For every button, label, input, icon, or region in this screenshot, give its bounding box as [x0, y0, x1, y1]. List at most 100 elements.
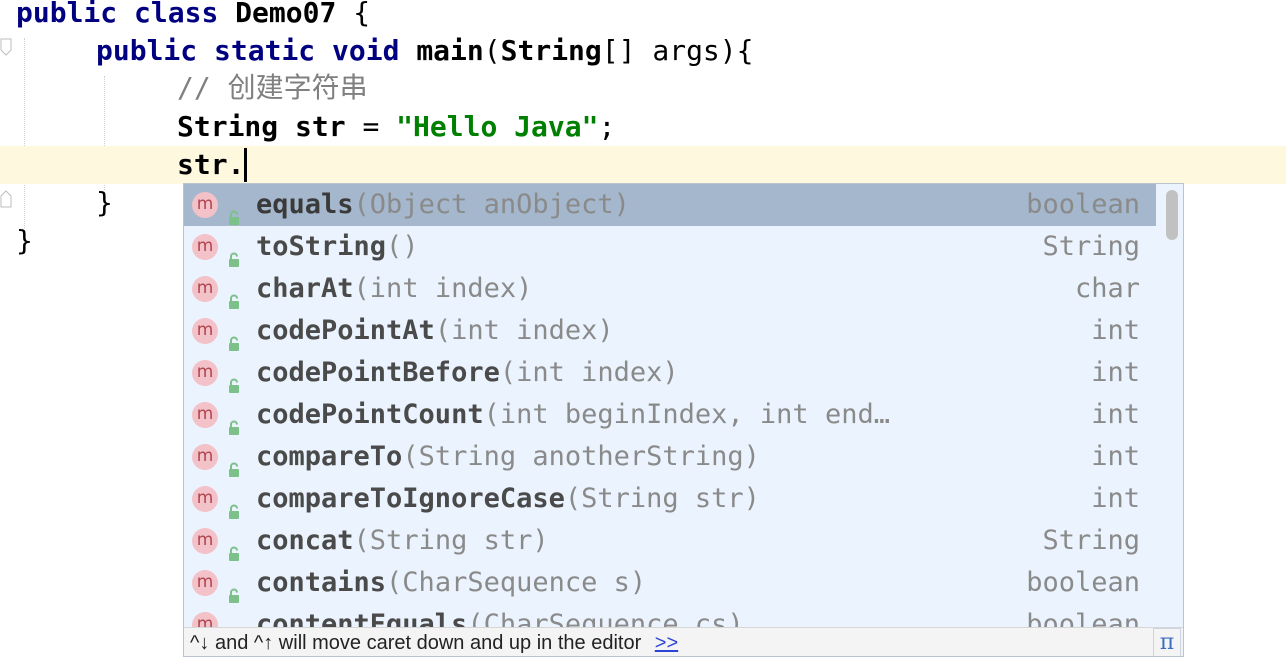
method-icon: m: [192, 318, 218, 344]
fold-marker-icon[interactable]: [0, 190, 12, 208]
method-icon: m: [192, 570, 218, 596]
completion-item-name: concat: [256, 525, 354, 556]
code-line-2: public static void main(String[] args){: [96, 32, 1286, 70]
completion-item[interactable]: m charAt(int index) char: [184, 268, 1156, 310]
keyword: class: [134, 0, 219, 29]
code-line-4: String str = "Hello Java";: [177, 108, 1286, 146]
completion-item-params: (int beginIndex, int end…: [483, 399, 890, 430]
semicolon: ;: [598, 110, 616, 143]
public-access-icon: [226, 323, 242, 351]
completion-item[interactable]: m compareTo(String anotherString) int: [184, 436, 1156, 478]
type-name: String: [500, 34, 602, 67]
class-name: Demo07: [235, 0, 337, 29]
public-access-icon: [226, 617, 242, 627]
public-access-icon: [226, 281, 242, 309]
params: [] args){: [601, 34, 754, 67]
method-icon: m: [192, 612, 218, 627]
completion-item-name: codePointCount: [256, 399, 484, 430]
completion-item-params: (String str): [353, 525, 549, 556]
completion-item-type: int: [1091, 441, 1140, 472]
method-icon: m: [192, 234, 218, 260]
public-access-icon: [226, 239, 242, 267]
completion-list[interactable]: m equals(Object anObject) boolean m toString…: [184, 184, 1156, 627]
paren: (: [483, 34, 501, 67]
completion-status-bar: ^↓ and ^↑ will move caret down and up in…: [184, 627, 1183, 656]
completion-item-type: String: [1042, 525, 1140, 556]
completion-item-type: boolean: [1026, 609, 1140, 627]
completion-item-name: contains: [256, 567, 387, 598]
public-access-icon: [226, 365, 242, 393]
public-access-icon: [226, 407, 242, 435]
keyword: public: [96, 34, 198, 67]
method-icon: m: [192, 402, 218, 428]
completion-item-type: int: [1091, 399, 1140, 430]
public-access-icon: [226, 533, 242, 561]
status-hint: ^↓ and ^↑ will move caret down and up in…: [190, 632, 642, 654]
code-line-3: // 创建字符串: [177, 69, 1286, 107]
method-icon: m: [192, 486, 218, 512]
completion-item-type: int: [1091, 315, 1140, 346]
method-icon: m: [192, 528, 218, 554]
completion-item-name: codePointAt: [256, 315, 435, 346]
code-line-5[interactable]: str.: [0, 146, 1286, 184]
completion-item-name: compareTo: [256, 441, 403, 472]
completion-item-params: (int index): [353, 273, 533, 304]
completion-item-params: (CharSequence s): [386, 567, 647, 598]
completion-item[interactable]: m codePointCount(int beginIndex, int end……: [184, 394, 1156, 436]
keyword: public: [16, 0, 118, 29]
completion-item-name: charAt: [256, 273, 354, 304]
completion-item-params: (String anotherString): [402, 441, 760, 472]
string-literal: "Hello Java": [396, 110, 599, 143]
public-access-icon: [226, 197, 242, 225]
completion-item[interactable]: m toString() String: [184, 226, 1156, 268]
method-icon: m: [192, 360, 218, 386]
completion-item-params: (): [386, 231, 419, 262]
public-access-icon: [226, 491, 242, 519]
completion-item-name: toString: [256, 231, 387, 262]
keyword: void: [332, 34, 400, 67]
completion-item-params: (Object anObject): [353, 189, 630, 220]
fold-marker-icon[interactable]: [0, 38, 12, 56]
brace: {: [353, 0, 371, 29]
completion-item-type: String: [1042, 231, 1140, 262]
comment: // 创建字符串: [177, 71, 368, 104]
completion-item-type: char: [1074, 273, 1140, 304]
more-link[interactable]: >>: [655, 632, 678, 654]
indent-guide: [24, 38, 25, 228]
completion-item[interactable]: m concat(String str) String: [184, 520, 1156, 562]
completion-popup[interactable]: m equals(Object anObject) boolean m toString…: [183, 183, 1184, 657]
completion-item[interactable]: m contains(CharSequence s) boolean: [184, 562, 1156, 604]
type-name: String: [177, 110, 279, 143]
brace: }: [96, 186, 113, 219]
completion-item-type: boolean: [1026, 567, 1140, 598]
current-input: str.: [177, 148, 245, 181]
completion-item[interactable]: m compareToIgnoreCase(String str) int: [184, 478, 1156, 520]
completion-item-name: equals: [256, 189, 354, 220]
public-access-icon: [226, 449, 242, 477]
scrollbar[interactable]: [1165, 190, 1179, 622]
variable: str: [295, 110, 346, 143]
method-name: main: [416, 34, 484, 67]
public-access-icon: [226, 575, 242, 603]
code-line-1: public class Demo07 {: [16, 0, 1286, 32]
completion-item-params: (int index): [499, 357, 679, 388]
scrollbar-thumb[interactable]: [1166, 190, 1178, 240]
completion-item-params: (int index): [434, 315, 614, 346]
keyword: static: [214, 34, 316, 67]
completion-item-params: (String str): [564, 483, 760, 514]
brace: }: [16, 224, 33, 257]
pi-button[interactable]: π: [1153, 628, 1181, 656]
method-icon: m: [192, 276, 218, 302]
text-caret: [244, 148, 248, 182]
completion-item-name: codePointBefore: [256, 357, 500, 388]
completion-item[interactable]: m contentEquals(CharSequence cs) boolean: [184, 604, 1156, 627]
completion-item-type: boolean: [1026, 189, 1140, 220]
method-icon: m: [192, 192, 218, 218]
operator: =: [362, 110, 380, 143]
completion-item-type: int: [1091, 483, 1140, 514]
completion-item[interactable]: m equals(Object anObject) boolean: [184, 184, 1156, 226]
completion-item[interactable]: m codePointBefore(int index) int: [184, 352, 1156, 394]
completion-item-name: compareToIgnoreCase: [256, 483, 565, 514]
completion-item-name: contentEquals: [256, 609, 468, 627]
completion-item[interactable]: m codePointAt(int index) int: [184, 310, 1156, 352]
